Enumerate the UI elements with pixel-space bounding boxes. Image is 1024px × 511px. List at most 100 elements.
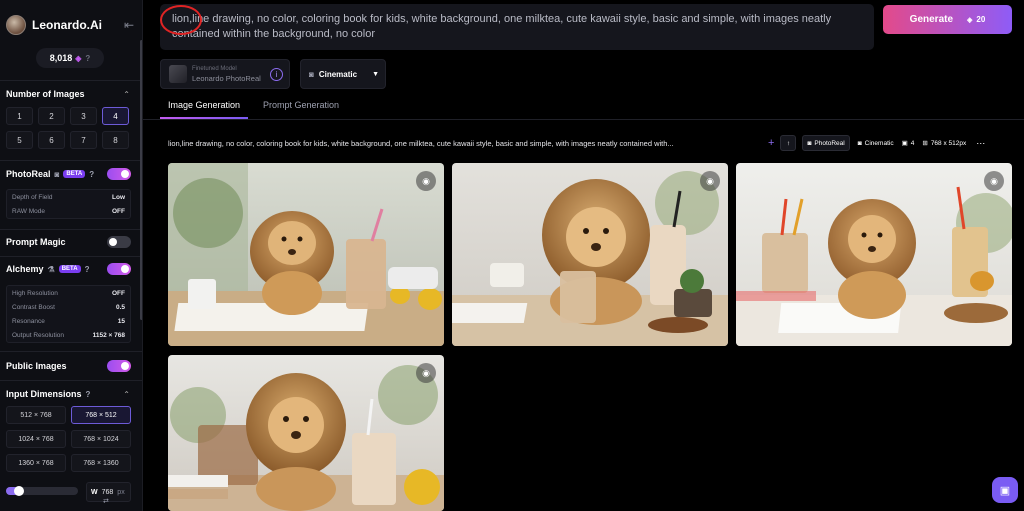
dimension-option[interactable]: 1024 × 768 bbox=[6, 430, 66, 448]
public-images-toggle[interactable] bbox=[107, 360, 131, 372]
setting-row[interactable]: Contrast Boost 0.5 bbox=[7, 300, 130, 314]
dimension-option[interactable]: 768 × 1024 bbox=[71, 430, 131, 448]
setting-row[interactable]: High Resolution OFF bbox=[7, 286, 130, 300]
public-images-row: Public Images bbox=[6, 360, 131, 372]
num-option-1[interactable]: 1 bbox=[6, 107, 33, 125]
info-icon[interactable]: i bbox=[270, 68, 283, 81]
divider bbox=[0, 229, 142, 230]
style-chip: ◙ Cinematic bbox=[857, 139, 894, 147]
image-size: ⊞ 768 x 512px bbox=[922, 139, 967, 148]
dimension-option[interactable]: 768 × 1360 bbox=[71, 454, 131, 472]
model-chip-icon: ◙ bbox=[807, 139, 812, 147]
setting-row[interactable]: RAW Mode OFF bbox=[7, 204, 130, 218]
setting-row[interactable]: Output Resolution 1152 × 768 bbox=[7, 328, 130, 342]
num-option-4[interactable]: 4 bbox=[102, 107, 129, 125]
num-option-2[interactable]: 2 bbox=[38, 107, 65, 125]
help-icon[interactable]: ? bbox=[86, 390, 91, 399]
generation-prompt[interactable]: lion,line drawing, no color, coloring bo… bbox=[168, 139, 758, 148]
dimension-option[interactable]: 768 × 512 bbox=[71, 406, 131, 424]
eye-icon[interactable]: ◉ bbox=[984, 171, 1004, 191]
public-images-label: Public Images bbox=[6, 361, 67, 371]
camera-icon: ◙ bbox=[309, 69, 314, 79]
alchemy-row: Alchemy ⚗ BETA ? bbox=[6, 263, 131, 275]
prompt-magic-toggle[interactable] bbox=[107, 236, 131, 248]
eye-icon[interactable]: ◉ bbox=[700, 171, 720, 191]
credits-count: 8,018 bbox=[49, 53, 73, 63]
generation-header: lion,line drawing, no color, coloring bo… bbox=[168, 134, 1008, 152]
width-slider-thumb[interactable] bbox=[14, 486, 24, 496]
help-icon[interactable]: ? bbox=[85, 54, 90, 63]
lion-image-4 bbox=[168, 355, 444, 511]
width-slider[interactable] bbox=[6, 486, 78, 496]
chevron-up-icon[interactable]: ⌃ bbox=[123, 390, 130, 399]
more-options-icon[interactable]: ⋯ bbox=[976, 138, 985, 149]
dimension-option[interactable]: 1360 × 768 bbox=[6, 454, 66, 472]
token-icon: ◈ bbox=[75, 53, 82, 63]
num-images-grid: 1 2 3 4 5 6 7 8 bbox=[6, 107, 131, 149]
divider bbox=[0, 351, 142, 352]
tab-prompt-generation[interactable]: Prompt Generation bbox=[263, 100, 339, 110]
collapse-sidebar-icon[interactable]: ⇤ bbox=[124, 18, 134, 32]
generate-label: Generate bbox=[909, 14, 954, 25]
help-icon[interactable]: ? bbox=[89, 170, 94, 179]
photoreal-settings: Depth of Field Low RAW Mode OFF bbox=[6, 189, 131, 219]
eye-icon[interactable]: ◉ bbox=[416, 363, 436, 383]
tab-image-generation[interactable]: Image Generation bbox=[168, 100, 240, 110]
images-icon: ▣ bbox=[901, 140, 908, 147]
model-name: Leonardo PhotoReal bbox=[192, 74, 261, 83]
help-icon[interactable]: ? bbox=[85, 265, 90, 274]
num-images-title: Number of Images bbox=[6, 89, 85, 99]
generated-image[interactable]: ◉ bbox=[168, 163, 444, 346]
generated-image[interactable]: ◉ bbox=[452, 163, 728, 346]
tab-divider bbox=[143, 119, 1024, 120]
plus-icon[interactable]: + bbox=[768, 137, 774, 149]
camera-icon: ◙ bbox=[54, 169, 60, 179]
num-option-6[interactable]: 6 bbox=[38, 131, 65, 149]
style-label: Cinematic bbox=[318, 69, 358, 79]
setting-row[interactable]: Resonance 15 bbox=[7, 314, 130, 328]
num-option-8[interactable]: 8 bbox=[102, 131, 129, 149]
num-option-7[interactable]: 7 bbox=[70, 131, 97, 149]
image-count: ▣ 4 bbox=[901, 139, 915, 148]
credits-badge[interactable]: 8,018 ◈ ? bbox=[36, 48, 104, 68]
generated-image[interactable]: ◉ bbox=[736, 163, 1012, 346]
prompt-magic-label: Prompt Magic bbox=[6, 237, 66, 247]
model-selector[interactable]: Finetuned Model Leonardo PhotoReal i bbox=[160, 59, 290, 89]
generated-image[interactable]: ◉ bbox=[168, 355, 444, 511]
photoreal-toggle[interactable] bbox=[107, 168, 131, 180]
beta-badge: BETA bbox=[63, 170, 86, 178]
alchemy-settings: High Resolution OFF Contrast Boost 0.5 Res… bbox=[6, 285, 131, 343]
logo-row[interactable]: Leonardo.Ai ⇤ bbox=[6, 14, 134, 36]
reuse-button[interactable]: ↑ bbox=[780, 135, 797, 151]
sidebar: Leonardo.Ai ⇤ 8,018 ◈ ? Number of Images… bbox=[0, 0, 143, 511]
logo-avatar bbox=[6, 15, 26, 35]
style-dropdown[interactable]: ◙ Cinematic ▼ bbox=[300, 59, 386, 89]
swap-icon[interactable]: ⇄ bbox=[103, 497, 109, 505]
alchemy-label: Alchemy bbox=[6, 264, 44, 274]
chat-support-button[interactable]: ▣ bbox=[992, 477, 1018, 503]
model-chip[interactable]: ◙ PhotoReal bbox=[802, 135, 850, 151]
setting-row[interactable]: Depth of Field Low bbox=[7, 190, 130, 204]
lion-image-3 bbox=[736, 163, 1012, 346]
beta-badge: BETA bbox=[58, 265, 81, 273]
chevron-up-icon[interactable]: ⌃ bbox=[123, 90, 130, 99]
annotation-circle bbox=[160, 5, 202, 35]
divider bbox=[0, 380, 142, 381]
flask-icon: ⚗ bbox=[47, 264, 55, 274]
input-dimensions-row: Input Dimensions ? bbox=[6, 389, 131, 399]
logo-text: Leonardo.Ai bbox=[32, 18, 103, 32]
prompt-input[interactable]: lion,line drawing, no color, coloring bo… bbox=[160, 4, 874, 50]
generate-button[interactable]: Generate ◈ 20 bbox=[883, 5, 1012, 34]
token-icon: ◈ bbox=[967, 16, 973, 24]
width-unit: px bbox=[117, 488, 125, 496]
prompt-magic-row: Prompt Magic bbox=[6, 236, 131, 248]
eye-icon[interactable]: ◉ bbox=[416, 171, 436, 191]
camera-icon: ◙ bbox=[857, 139, 862, 147]
alchemy-toggle[interactable] bbox=[107, 263, 131, 275]
num-option-5[interactable]: 5 bbox=[6, 131, 33, 149]
model-thumbnail bbox=[169, 65, 187, 83]
input-dimensions-label: Input Dimensions bbox=[6, 389, 82, 399]
dimension-option[interactable]: 512 × 768 bbox=[6, 406, 66, 424]
sidebar-scrollbar[interactable] bbox=[140, 40, 142, 320]
num-option-3[interactable]: 3 bbox=[70, 107, 97, 125]
